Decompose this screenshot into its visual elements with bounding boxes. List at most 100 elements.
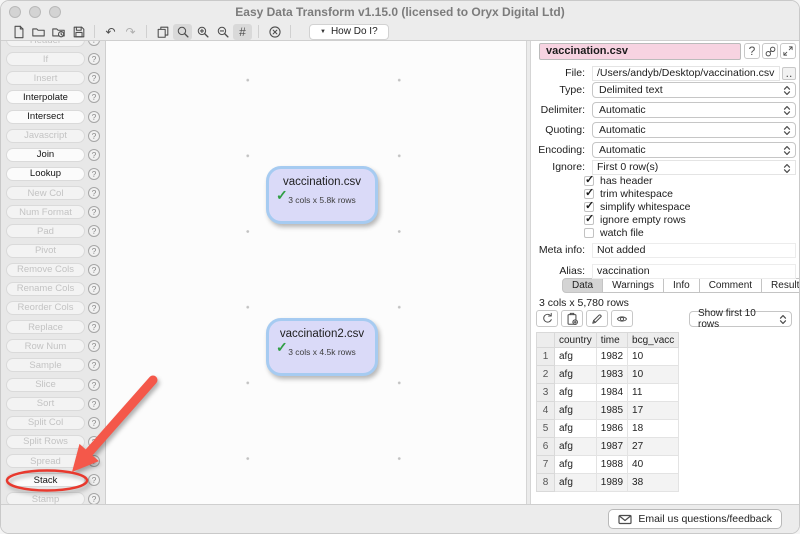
sidebar-item-interpolate[interactable]: Interpolate bbox=[6, 90, 85, 104]
table-cell[interactable]: 10 bbox=[628, 348, 679, 366]
table-cell[interactable]: 11 bbox=[628, 384, 679, 402]
table-row[interactable]: 2afg198310 bbox=[537, 366, 679, 384]
edit-button[interactable] bbox=[586, 310, 608, 327]
help-icon[interactable]: ? bbox=[88, 111, 100, 123]
help-icon[interactable]: ? bbox=[88, 474, 100, 486]
help-icon[interactable]: ? bbox=[88, 359, 100, 371]
preview-button[interactable] bbox=[611, 310, 633, 327]
meta-info-field[interactable]: Not added bbox=[592, 243, 796, 258]
table-row[interactable]: 1afg198210 bbox=[537, 348, 679, 366]
encoding-select[interactable]: Automatic bbox=[592, 142, 796, 158]
table-cell[interactable]: afg bbox=[555, 474, 597, 492]
quoting-select[interactable]: Automatic bbox=[592, 122, 796, 138]
ignore-field[interactable]: First 0 row(s) bbox=[592, 160, 796, 175]
checkbox-ignore-empty-rows[interactable]: ✓ignore empty rows bbox=[584, 214, 686, 226]
help-icon[interactable]: ? bbox=[88, 398, 100, 410]
save-button[interactable] bbox=[69, 24, 88, 40]
grid-toggle-button[interactable]: # bbox=[233, 24, 252, 40]
table-cell[interactable]: 40 bbox=[628, 456, 679, 474]
show-rows-select[interactable]: Show first 10 rows bbox=[689, 311, 792, 327]
help-icon[interactable]: ? bbox=[88, 417, 100, 429]
help-icon[interactable]: ? bbox=[88, 225, 100, 237]
link-button[interactable] bbox=[762, 43, 778, 59]
open-file-button[interactable] bbox=[29, 24, 48, 40]
table-cell[interactable]: 1983 bbox=[596, 366, 627, 384]
browse-file-button[interactable]: .. bbox=[782, 67, 796, 80]
dataset-node-vaccination[interactable]: ✓ vaccination.csv 3 cols x 5.8k rows bbox=[266, 166, 378, 224]
tab-data[interactable]: Data bbox=[562, 278, 603, 293]
duplicate-button[interactable] bbox=[153, 24, 172, 40]
table-cell[interactable]: afg bbox=[555, 438, 597, 456]
table-cell[interactable]: 1988 bbox=[596, 456, 627, 474]
table-cell[interactable]: 27 bbox=[628, 438, 679, 456]
table-row[interactable]: 8afg198938 bbox=[537, 474, 679, 492]
help-icon[interactable]: ? bbox=[88, 302, 100, 314]
alias-field[interactable]: vaccination bbox=[592, 264, 796, 279]
tab-results[interactable]: Results bbox=[762, 278, 799, 293]
sidebar-item-join[interactable]: Join bbox=[6, 148, 85, 162]
table-row[interactable]: 3afg198411 bbox=[537, 384, 679, 402]
table-cell[interactable]: afg bbox=[555, 456, 597, 474]
help-icon[interactable]: ? bbox=[88, 340, 100, 352]
refresh-button[interactable] bbox=[536, 310, 558, 327]
table-cell[interactable]: afg bbox=[555, 420, 597, 438]
zoom-out-button[interactable] bbox=[213, 24, 232, 40]
help-icon[interactable]: ? bbox=[88, 455, 100, 467]
table-cell[interactable]: 17 bbox=[628, 402, 679, 420]
column-header-country[interactable]: country bbox=[555, 333, 597, 348]
expand-button[interactable] bbox=[780, 43, 796, 59]
how-do-i-button[interactable]: ▼How Do I? bbox=[309, 24, 389, 40]
help-icon[interactable]: ? bbox=[88, 72, 100, 84]
table-cell[interactable]: 1985 bbox=[596, 402, 627, 420]
delimiter-select[interactable]: Automatic bbox=[592, 102, 796, 118]
help-icon[interactable]: ? bbox=[88, 283, 100, 295]
table-row[interactable]: 7afg198840 bbox=[537, 456, 679, 474]
checkbox-trim-whitespace[interactable]: ✓trim whitespace bbox=[584, 188, 673, 200]
table-cell[interactable]: afg bbox=[555, 348, 597, 366]
magnifier-button[interactable] bbox=[173, 24, 192, 40]
table-cell[interactable]: 38 bbox=[628, 474, 679, 492]
table-cell[interactable]: afg bbox=[555, 384, 597, 402]
table-cell[interactable]: 1987 bbox=[596, 438, 627, 456]
copy-to-clipboard-button[interactable] bbox=[561, 310, 583, 327]
workflow-canvas[interactable]: ✓ vaccination.csv 3 cols x 5.8k rows ✓ v… bbox=[106, 41, 526, 504]
help-icon[interactable]: ? bbox=[88, 379, 100, 391]
help-button[interactable]: ? bbox=[744, 43, 760, 59]
file-field[interactable]: /Users/andyb/Desktop/vaccination.csv bbox=[592, 66, 780, 81]
dataset-node-vaccination2[interactable]: ✓ vaccination2.csv 3 cols x 4.5k rows bbox=[266, 318, 378, 376]
zoom-in-button[interactable] bbox=[193, 24, 212, 40]
table-cell[interactable]: 10 bbox=[628, 366, 679, 384]
tab-warnings[interactable]: Warnings bbox=[603, 278, 664, 293]
column-header-bcg-vacc[interactable]: bcg_vacc bbox=[628, 333, 679, 348]
type-select[interactable]: Delimited text bbox=[592, 82, 796, 98]
checkbox-has-header[interactable]: ✓has header bbox=[584, 175, 653, 187]
table-row[interactable]: 4afg198517 bbox=[537, 402, 679, 420]
checkbox-simplify-whitespace[interactable]: ✓simplify whitespace bbox=[584, 201, 690, 213]
help-icon[interactable]: ? bbox=[88, 436, 100, 448]
open-recent-button[interactable] bbox=[49, 24, 68, 40]
help-icon[interactable]: ? bbox=[88, 187, 100, 199]
table-cell[interactable]: afg bbox=[555, 366, 597, 384]
node-name-field[interactable]: vaccination.csv bbox=[539, 43, 741, 60]
zoom-window-button[interactable] bbox=[49, 6, 61, 18]
table-cell[interactable]: 1989 bbox=[596, 474, 627, 492]
column-header-time[interactable]: time bbox=[596, 333, 627, 348]
help-icon[interactable]: ? bbox=[88, 493, 100, 504]
help-icon[interactable]: ? bbox=[88, 149, 100, 161]
table-cell[interactable]: 1984 bbox=[596, 384, 627, 402]
tab-info[interactable]: Info bbox=[664, 278, 700, 293]
undo-button[interactable]: ↶ bbox=[101, 24, 120, 40]
help-icon[interactable]: ? bbox=[88, 53, 100, 65]
help-icon[interactable]: ? bbox=[88, 245, 100, 257]
sidebar-item-stack[interactable]: Stack bbox=[6, 473, 85, 487]
table-cell[interactable]: 18 bbox=[628, 420, 679, 438]
table-row[interactable]: 5afg198618 bbox=[537, 420, 679, 438]
help-icon[interactable]: ? bbox=[88, 41, 100, 46]
table-cell[interactable]: afg bbox=[555, 402, 597, 420]
checkbox-watch-file[interactable]: watch file bbox=[584, 227, 644, 239]
feedback-button[interactable]: Email us questions/feedback bbox=[608, 509, 782, 529]
table-cell[interactable]: 1986 bbox=[596, 420, 627, 438]
help-icon[interactable]: ? bbox=[88, 130, 100, 142]
close-window-button[interactable] bbox=[9, 6, 21, 18]
help-icon[interactable]: ? bbox=[88, 264, 100, 276]
